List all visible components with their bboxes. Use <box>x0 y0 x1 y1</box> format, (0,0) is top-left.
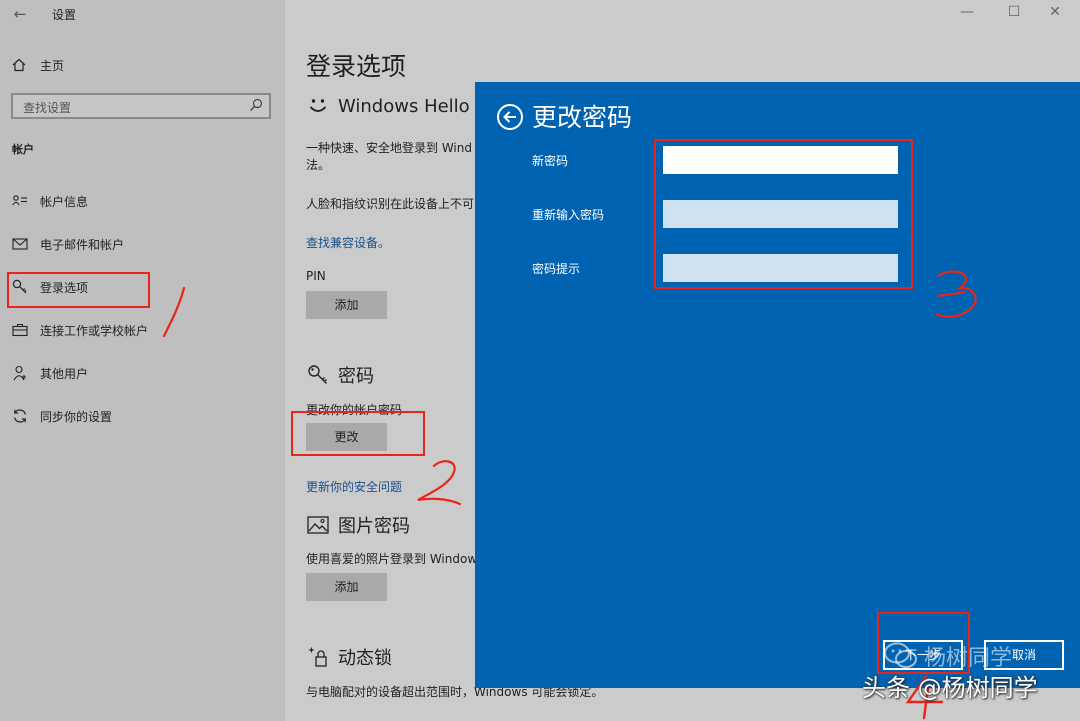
sidebar-item-label: 连接工作或学校帐户 <box>40 323 149 338</box>
picture-icon <box>306 513 330 537</box>
annotation-step-2 <box>417 460 462 506</box>
sidebar-item-label: 帐户信息 <box>40 194 89 209</box>
briefcase-icon <box>12 322 28 338</box>
picture-password-desc: 使用喜爱的照片登录到 Window <box>306 552 478 566</box>
search-input[interactable]: 查找设置 <box>11 93 271 119</box>
mail-icon <box>12 236 28 252</box>
close-icon[interactable]: ✕ <box>1045 4 1065 20</box>
annotation-step-3 <box>934 270 977 318</box>
account-info-icon <box>12 193 28 209</box>
dialog-title: 更改密码 <box>532 103 633 132</box>
app-title: 设置 <box>52 8 77 22</box>
watermark-toutiao: 头条 @杨树同学 <box>862 674 1038 702</box>
smiley-icon <box>306 94 330 118</box>
pin-add-button[interactable]: 添加 <box>306 291 387 319</box>
back-circle-icon[interactable] <box>496 103 524 131</box>
person-icon <box>12 365 28 381</box>
dynamic-lock-title: 动态锁 <box>338 648 392 669</box>
sidebar-item-home[interactable]: 主页 <box>12 55 64 75</box>
hello-desc-line1: 一种快速、安全地登录到 Wind <box>306 141 472 155</box>
hello-desc-line2: 法。 <box>306 158 331 172</box>
annotation-box-change-button <box>291 411 425 456</box>
sidebar-item-label: 同步你的设置 <box>40 409 113 424</box>
page-title: 登录选项 <box>306 52 407 81</box>
sidebar-item-email[interactable]: 电子邮件和帐户 <box>12 233 277 255</box>
reenter-password-label: 重新输入密码 <box>532 208 605 222</box>
hello-unavailable-note: 人脸和指纹识别在此设备上不可 <box>306 197 475 211</box>
annotation-box-sign-in-options <box>7 272 150 308</box>
annotation-step-1 <box>162 286 186 338</box>
sidebar-home-label: 主页 <box>40 58 65 73</box>
picture-password-title: 图片密码 <box>338 516 410 537</box>
minimize-icon[interactable]: — <box>957 4 977 20</box>
sidebar-item-work-school[interactable]: 连接工作或学校帐户 <box>12 319 277 341</box>
dynamic-lock-icon <box>306 645 330 669</box>
picture-password-heading: 图片密码 <box>306 512 410 538</box>
find-compatible-devices-link[interactable]: 查找兼容设备。 <box>306 234 390 251</box>
sidebar-item-label: 电子邮件和帐户 <box>40 237 125 252</box>
maximize-icon[interactable]: ☐ <box>1004 4 1024 20</box>
sidebar-item-sync[interactable]: 同步你的设置 <box>12 405 277 427</box>
windows-hello-title: Windows Hello <box>338 95 470 117</box>
password-hint-label: 密码提示 <box>532 262 581 276</box>
search-icon[interactable] <box>249 98 263 112</box>
sidebar-item-label: 其他用户 <box>40 366 89 381</box>
annotation-box-password-fields <box>654 139 913 289</box>
back-arrow-icon[interactable]: ← <box>10 4 30 24</box>
password-title: 密码 <box>338 366 374 387</box>
sidebar-item-account-info[interactable]: 帐户信息 <box>12 190 277 212</box>
windows-hello-heading: Windows Hello <box>306 94 470 118</box>
wechat-icon <box>884 642 917 668</box>
home-icon <box>12 58 26 72</box>
key-icon <box>306 363 330 387</box>
section-label-accounts: 帐户 <box>12 143 34 156</box>
picture-password-add-button[interactable]: 添加 <box>306 573 387 601</box>
sidebar-item-other-users[interactable]: 其他用户 <box>12 362 277 384</box>
password-heading: 密码 <box>306 362 374 388</box>
settings-sidebar: ← 设置 主页 查找设置 帐户 帐户信息 电子邮件和帐户 登录选项 连接工作或学… <box>0 0 285 721</box>
search-placeholder: 查找设置 <box>23 101 72 115</box>
update-security-questions-link[interactable]: 更新你的安全问题 <box>306 478 402 495</box>
dynamic-lock-heading: 动态锁 <box>306 644 392 670</box>
sync-icon <box>12 408 28 424</box>
pin-label: PIN <box>306 269 326 283</box>
new-password-label: 新密码 <box>532 154 569 168</box>
